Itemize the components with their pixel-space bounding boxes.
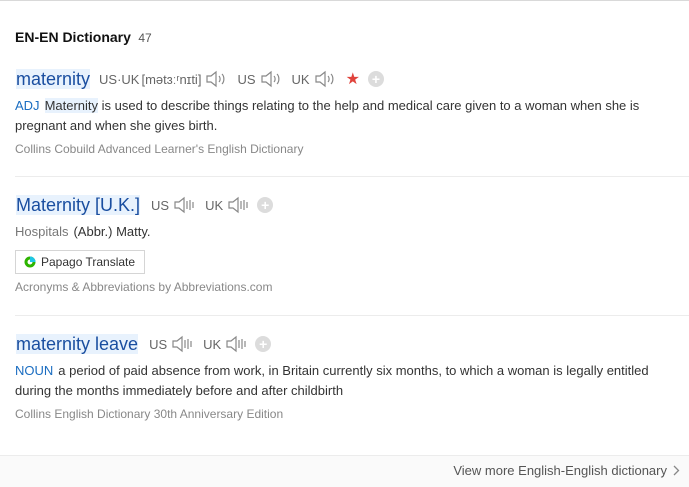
entry-maternity-leave: maternity leave US UK + NOUN a period of …	[15, 331, 689, 421]
view-more-label[interactable]: View more English-English dictionary	[453, 463, 667, 478]
definition: Hospitals (Abbr.) Matty.	[15, 222, 687, 242]
us-label: US	[151, 197, 170, 213]
headword-link[interactable]: maternity	[15, 68, 91, 90]
speaker-icon[interactable]	[227, 196, 249, 214]
uk-label: UK	[205, 197, 224, 213]
speaker-icon[interactable]	[314, 70, 336, 88]
headword-link[interactable]: Maternity [U.K.]	[15, 194, 141, 216]
entry-maternity: maternity US·UK [mətɜːʳnɪti] US UK ★ + A…	[15, 66, 689, 156]
uk-label: UK	[203, 336, 222, 352]
speaker-icon[interactable]	[205, 70, 227, 88]
speaker-icon[interactable]	[225, 335, 247, 353]
divider	[15, 176, 689, 177]
headword-link[interactable]: maternity leave	[15, 333, 139, 355]
speaker-icon[interactable]	[260, 70, 282, 88]
plus-icon[interactable]: +	[367, 71, 384, 87]
headword[interactable]: Maternity [U.K.]	[16, 194, 141, 215]
result-count: 47	[138, 31, 152, 45]
entry-head: maternity leave US UK +	[15, 331, 689, 357]
divider	[15, 315, 689, 316]
pron-label: US·UK	[99, 71, 140, 87]
uk-label: UK	[291, 71, 310, 87]
keyword: Maternity	[44, 98, 99, 113]
section-title: EN-EN Dictionary	[15, 29, 131, 45]
part-of-speech: ADJ	[15, 98, 40, 113]
speaker-icon[interactable]	[173, 196, 195, 214]
headword[interactable]: maternity leave	[16, 333, 139, 354]
category: Hospitals	[15, 224, 69, 239]
definition-text: (Abbr.) Matty.	[73, 224, 151, 239]
view-more-link[interactable]: View more English-English dictionary	[453, 463, 680, 478]
papago-translate-label: Papago Translate	[41, 255, 136, 269]
us-label: US	[149, 336, 168, 352]
speaker-icon[interactable]	[171, 335, 193, 353]
star-icon[interactable]: ★	[346, 69, 360, 89]
definition-text: a period of paid absence from work, in B…	[15, 363, 649, 398]
headword[interactable]: maternity	[16, 68, 91, 89]
top-border	[0, 0, 689, 1]
papago-icon	[24, 256, 36, 268]
section-header: EN-EN Dictionary 47	[15, 29, 152, 47]
plus-icon[interactable]: +	[257, 197, 274, 213]
source: Collins Cobuild Advanced Learner's Engli…	[15, 142, 304, 156]
source: Collins English Dictionary 30th Annivers…	[15, 407, 284, 421]
source: Acronyms & Abbreviations by Abbreviation…	[15, 280, 273, 294]
definition-text: is used to describe things relating to t…	[15, 98, 640, 133]
entry-head: maternity US·UK [mətɜːʳnɪti] US UK ★ +	[15, 66, 689, 92]
chevron-right-icon	[673, 465, 680, 476]
pronunciation: [mətɜːʳnɪti]	[141, 71, 202, 87]
definition: ADJ Maternity is used to describe things …	[15, 96, 687, 136]
definition: NOUN a period of paid absence from work, …	[15, 361, 665, 401]
part-of-speech: NOUN	[15, 363, 54, 378]
papago-translate-button[interactable]: Papago Translate	[15, 250, 146, 274]
entry-maternity-uk: Maternity [U.K.] US UK + Hospitals (Abbr.…	[15, 192, 689, 294]
plus-icon[interactable]: +	[255, 336, 272, 352]
footer: View more English-English dictionary	[0, 455, 689, 487]
entry-head: Maternity [U.K.] US UK +	[15, 192, 689, 218]
us-label: US	[237, 71, 256, 87]
